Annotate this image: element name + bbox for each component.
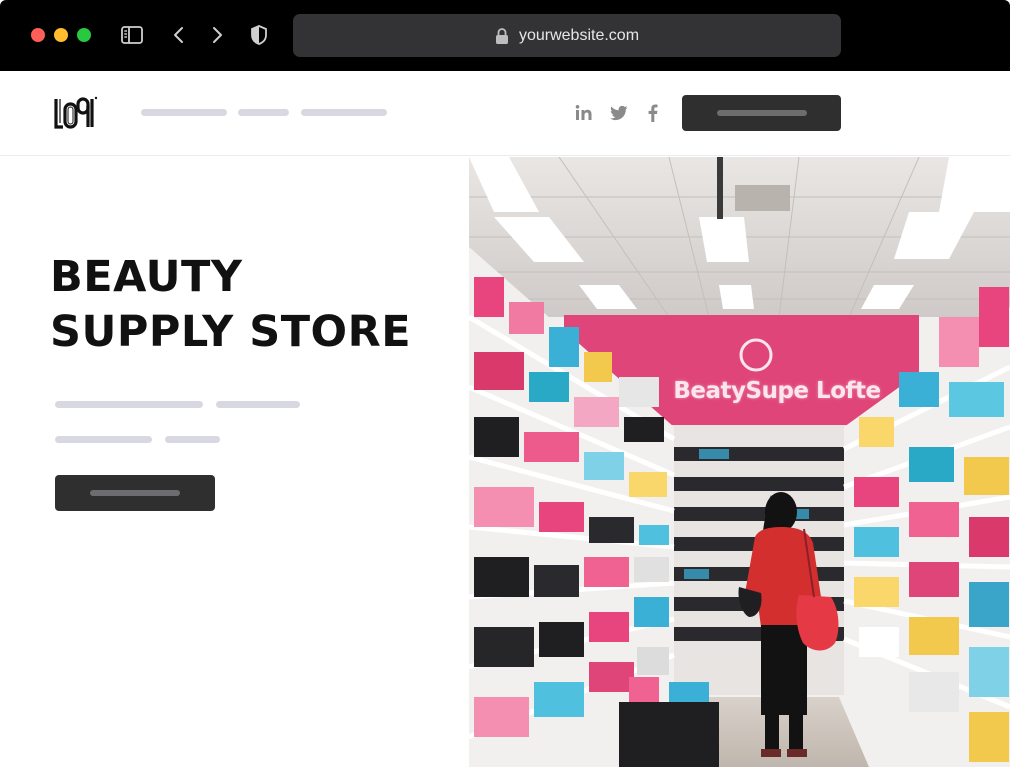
maximize-window-button[interactable]: [77, 28, 91, 42]
close-window-button[interactable]: [31, 28, 45, 42]
nav-link-placeholder[interactable]: [301, 109, 387, 116]
chevron-left-icon[interactable]: [167, 24, 191, 46]
button-label-placeholder: [90, 490, 180, 496]
text-placeholder: [165, 436, 220, 443]
hero-title-line-2: SUPPLY STORE: [50, 307, 412, 357]
text-placeholder: [216, 401, 300, 408]
nav-link-placeholder[interactable]: [238, 109, 289, 116]
sidebar-icon[interactable]: [120, 24, 144, 46]
linkedin-icon[interactable]: [574, 103, 594, 123]
shield-icon[interactable]: [247, 24, 271, 46]
button-label-placeholder: [716, 110, 807, 116]
twitter-icon[interactable]: [609, 103, 629, 123]
url-text: yourwebsite.com: [518, 26, 640, 44]
minimize-window-button[interactable]: [54, 28, 68, 42]
hero-title: BEAUTY SUPPLY STORE: [50, 250, 450, 360]
browser-chrome: yourwebsite.com: [0, 0, 1010, 71]
header-cta-button[interactable]: [682, 95, 841, 131]
text-placeholder: [55, 436, 152, 443]
hero-cta-button[interactable]: [55, 475, 215, 511]
facebook-icon[interactable]: [643, 103, 663, 123]
lock-icon: [495, 27, 508, 44]
text-placeholder: [55, 401, 203, 408]
address-bar[interactable]: yourwebsite.com: [293, 14, 841, 57]
nav-link-placeholder[interactable]: [141, 109, 227, 116]
site-header: [0, 71, 1010, 156]
store-photo: BeatySupe Lofte: [469, 157, 1010, 767]
logo-icon[interactable]: [54, 95, 98, 131]
store-sign-text: BeatySupe Lofte: [673, 378, 881, 404]
hero-title-line-1: BEAUTY: [50, 252, 243, 302]
chevron-right-icon[interactable]: [205, 24, 229, 46]
